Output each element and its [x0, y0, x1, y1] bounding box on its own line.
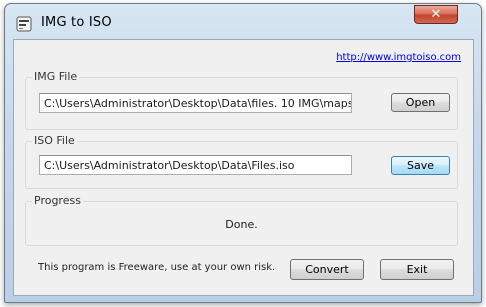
- img-file-group: IMG File C:\Users\Administrator\Desktop\…: [25, 70, 458, 130]
- app-window: IMG to ISO ✕ http://www.imgtoiso.com IMG…: [4, 3, 482, 303]
- website-link[interactable]: http://www.imgtoiso.com: [336, 52, 461, 63]
- convert-button[interactable]: Convert: [290, 259, 364, 280]
- open-button[interactable]: Open: [391, 93, 450, 112]
- progress-group: Progress Done.: [25, 194, 458, 246]
- exit-button[interactable]: Exit: [380, 259, 454, 280]
- freeware-note: This program is Freeware, use at your ow…: [38, 262, 276, 273]
- title-bar[interactable]: IMG to ISO ✕: [5, 4, 481, 40]
- progress-label: Progress: [32, 194, 83, 207]
- img-to-iso-app-icon: [16, 16, 32, 32]
- client-area: http://www.imgtoiso.com IMG File C:\User…: [13, 39, 474, 296]
- iso-file-group: ISO File C:\Users\Administrator\Desktop\…: [25, 134, 458, 189]
- iso-file-path-input[interactable]: C:\Users\Administrator\Desktop\Data\File…: [39, 155, 352, 175]
- img-file-label: IMG File: [32, 70, 80, 83]
- progress-status: Done.: [225, 218, 258, 231]
- save-button[interactable]: Save: [391, 156, 450, 175]
- close-icon: ✕: [430, 7, 442, 22]
- iso-file-label: ISO File: [32, 134, 77, 147]
- close-button[interactable]: ✕: [414, 5, 458, 24]
- window-title: IMG to ISO: [41, 15, 112, 30]
- img-file-path-input[interactable]: C:\Users\Administrator\Desktop\Data\file…: [39, 93, 352, 113]
